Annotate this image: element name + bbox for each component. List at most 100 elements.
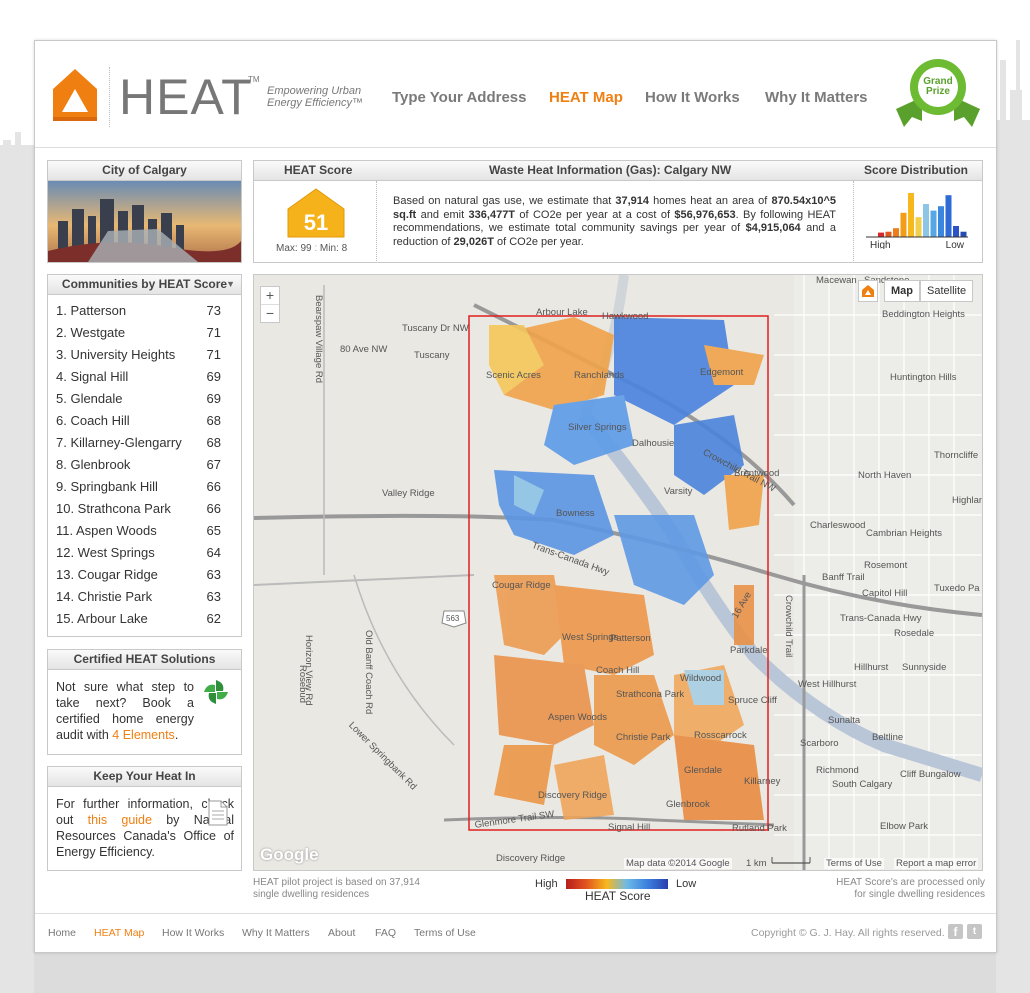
certified-title: Certified HEAT Solutions [48, 650, 241, 670]
map-place-label: Hawkwood [602, 311, 649, 322]
guide-link[interactable]: this guide [88, 813, 152, 827]
map-place-label: Christie Park [616, 732, 671, 743]
map-place-label: Sunnyside [902, 662, 947, 673]
waste-heat-text: Based on natural gas use, we estimate th… [393, 195, 836, 249]
score-min: Min: 8 [319, 243, 348, 254]
score-distribution-chart: High Low [866, 193, 968, 249]
community-row[interactable]: 10. Strathcona Park 66 [48, 498, 241, 520]
map-place-label: Beltline [872, 732, 904, 743]
dist-high-label: High [870, 240, 891, 249]
distribution-bar [915, 217, 922, 237]
map-terms-link[interactable]: Terms of Use [824, 858, 884, 869]
footer-link[interactable]: HEAT Map [94, 927, 144, 939]
footer-link[interactable]: FAQ [375, 927, 396, 939]
map-place-label: Scenic Acres [486, 370, 541, 381]
legend-title: HEAT Score [585, 889, 651, 903]
footer-link[interactable]: Why It Matters [242, 927, 310, 939]
community-row[interactable]: 13. Cougar Ridge 63 [48, 564, 241, 586]
community-row[interactable]: 7. Killarney-Glengarry 68 [48, 432, 241, 454]
heat-logo-small-icon [862, 285, 874, 297]
report-map-error-link[interactable]: Report a map error [894, 858, 979, 869]
header-divider [35, 147, 996, 148]
zoom-in-button[interactable]: + [261, 287, 279, 305]
community-row[interactable]: 15. Arbour Lake 62 [48, 608, 241, 630]
map-place-label: Bowness [556, 508, 595, 519]
score-distribution-title: Score Distribution [863, 163, 968, 177]
google-logo[interactable]: Google [260, 845, 319, 865]
distribution-bar [923, 204, 929, 237]
footer-link[interactable]: About [328, 927, 355, 939]
map-place-label: Glendale [684, 765, 723, 776]
nav-how-it-works[interactable]: How It Works [645, 89, 740, 106]
four-elements-link[interactable]: 4 Elements [112, 728, 175, 742]
waste-text-7: of CO2e per year. [493, 235, 584, 248]
nav-heat-map[interactable]: HEAT Map [549, 89, 623, 106]
map-place-label: Hillhurst [854, 662, 889, 673]
community-name: 7. Killarney-Glengarry [56, 435, 182, 450]
map-attribution: Map data ©2014 Google [624, 858, 732, 869]
community-score: 63 [206, 567, 221, 582]
community-row[interactable]: 11. Aspen Woods 65 [48, 520, 241, 542]
map-type-map-button[interactable]: Map [884, 280, 920, 302]
map-place-label: Spruce Cliff [728, 695, 777, 706]
community-row[interactable]: 12. West Springs 64 [48, 542, 241, 564]
facebook-icon[interactable]: f [948, 924, 963, 939]
community-row[interactable]: 6. Coach Hill 68 [48, 410, 241, 432]
logo-separator [109, 67, 111, 127]
zoom-out-button[interactable]: − [261, 305, 279, 322]
communities-list: 1. Patterson 73 2. Westgate 71 3. University… [48, 295, 241, 630]
community-row[interactable]: 2. Westgate 71 [48, 322, 241, 344]
community-name: 1. Patterson [56, 303, 127, 318]
logo-text[interactable]: HEAT [119, 67, 253, 127]
community-row[interactable]: 8. Glenbrook 67 [48, 454, 241, 476]
badge-line2: Prize [926, 86, 950, 97]
community-score: 63 [206, 589, 221, 604]
map-place-label: Sunalta [828, 715, 861, 726]
community-row[interactable]: 14. Christie Park 63 [48, 586, 241, 608]
nav-type-your-address[interactable]: Type Your Address [392, 89, 526, 106]
map-place-label: Varsity [664, 486, 693, 497]
map-place-label: Silver Springs [568, 422, 627, 433]
footer-link[interactable]: How It Works [162, 927, 224, 939]
communities-title[interactable]: Communities by HEAT Score ▼ [48, 275, 241, 295]
copyright: Copyright © G. J. Hay. All rights reserv… [751, 927, 945, 939]
heat-score-value: 51 [304, 210, 328, 235]
map-place-label: Bearspaw Village Rd [313, 295, 324, 384]
map-place-label: Aspen Woods [548, 712, 607, 723]
heat-logo-icon[interactable] [47, 67, 103, 123]
chevron-down-icon[interactable]: ▼ [226, 275, 235, 294]
logo-trademark: TM [248, 75, 260, 84]
community-row[interactable]: 5. Glendale 69 [48, 388, 241, 410]
nav-why-it-matters[interactable]: Why It Matters [765, 89, 868, 106]
map-place-label: Elbow Park [880, 821, 929, 832]
map-place-label: Trans-Canada Hwy [840, 613, 922, 624]
community-row[interactable]: 3. University Heights 71 [48, 344, 241, 366]
dist-low-label: Low [946, 240, 965, 249]
communities-box: Communities by HEAT Score ▼ 1. Patterson… [47, 274, 242, 637]
distribution-bar [900, 212, 907, 237]
community-score: 67 [206, 457, 221, 472]
tagline: Empowering Urban Energy Efficiency™ [267, 85, 363, 109]
map-place-label: Highland Park [952, 495, 982, 506]
map-type-satellite-button[interactable]: Satellite [920, 280, 974, 302]
community-row[interactable]: 4. Signal Hill 69 [48, 366, 241, 388]
map-place-label: Patterson [610, 633, 651, 644]
homes-count: 37,914 [615, 195, 650, 207]
certified-end: . [174, 728, 179, 742]
community-row[interactable]: 9. Springbank Hill 66 [48, 476, 241, 498]
community-name: 13. Cougar Ridge [56, 567, 158, 582]
map-place-label: Rutland Park [732, 823, 787, 834]
heat-overlay-toggle[interactable] [858, 280, 878, 302]
heat-map[interactable]: 563 MacewanSandstoneArbour LakeHawkwoodT… [253, 274, 983, 871]
keep-heat-title: Keep Your Heat In [48, 767, 241, 787]
annual-savings: $4,915,064 [745, 222, 801, 234]
twitter-icon[interactable]: t [967, 924, 982, 939]
map-place-label: Beddington Heights [882, 309, 965, 320]
map-place-label: Dalhousie [632, 438, 675, 449]
footer-link[interactable]: Home [48, 927, 76, 939]
city-photo[interactable] [48, 181, 241, 262]
four-elements-icon[interactable] [201, 677, 231, 707]
footer-link[interactable]: Terms of Use [414, 927, 476, 939]
document-icon[interactable] [207, 800, 229, 826]
community-row[interactable]: 1. Patterson 73 [48, 300, 241, 322]
